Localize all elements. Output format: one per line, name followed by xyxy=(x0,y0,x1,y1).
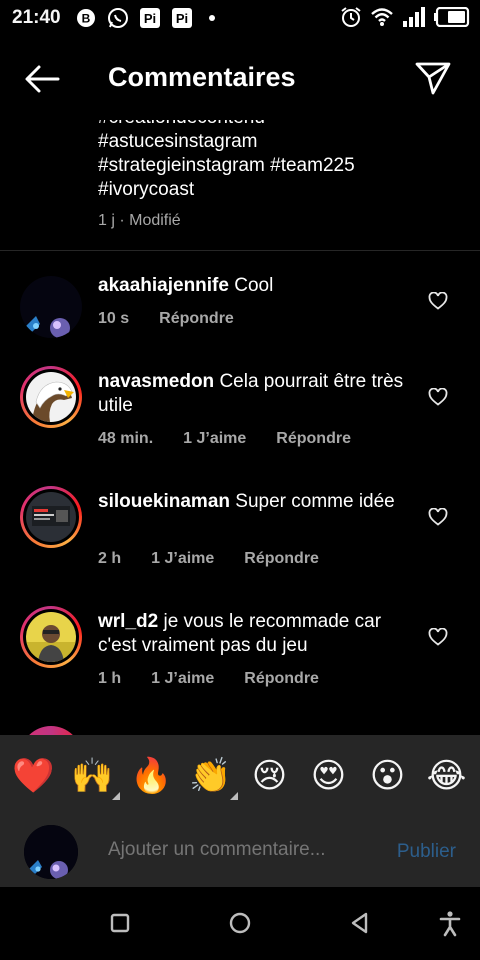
heart-icon xyxy=(428,627,448,646)
caption-line[interactable]: #astucesinstagram xyxy=(98,130,458,154)
square-icon xyxy=(110,913,130,933)
likes-count[interactable]: 1 J’aime xyxy=(151,670,214,688)
comment-username[interactable]: wrl_d2 xyxy=(98,611,158,632)
avatar[interactable] xyxy=(20,366,82,428)
pi-icon: Pi xyxy=(139,7,161,29)
recents-button[interactable] xyxy=(106,909,134,937)
heart-emoji-button[interactable]: ❤️ xyxy=(9,756,59,796)
post-caption: #creationdecontenu #astucesinstagram #st… xyxy=(98,106,458,202)
back-button[interactable] xyxy=(22,62,62,96)
comment-body: Cool xyxy=(234,275,274,296)
reply-button[interactable]: Répondre xyxy=(244,670,319,688)
status-bar: 21:40 B Pi Pi xyxy=(0,0,480,36)
comment-text: akaahiajennife Cool xyxy=(98,274,418,298)
comment-time: 1 h xyxy=(98,670,122,687)
comment-input[interactable] xyxy=(108,839,378,861)
avatar[interactable] xyxy=(20,276,82,338)
raising-hands-emoji-button[interactable]: 🙌 xyxy=(68,756,120,800)
battery-icon xyxy=(434,6,470,33)
heart-icon xyxy=(428,507,448,526)
heart-eyes-emoji-button[interactable]: 😍 xyxy=(304,756,354,796)
comment-text: navasmedon Cela pourrait être très utile xyxy=(98,370,418,418)
emoji-reaction-bar: ❤️ 🙌 🔥 👏 😢 😍 😮 😂 xyxy=(0,735,480,817)
comment-input-bar: Publier xyxy=(0,817,480,887)
avatar-image xyxy=(26,612,76,662)
b-icon: B xyxy=(75,7,97,29)
like-button[interactable] xyxy=(428,291,448,310)
comment-username[interactable]: silouekinaman xyxy=(98,491,230,512)
crying-emoji-button[interactable]: 😢 xyxy=(245,756,295,796)
surprised-emoji-button[interactable]: 😮 xyxy=(363,756,413,796)
eagle-avatar-image xyxy=(26,372,76,422)
svg-text:Pi: Pi xyxy=(143,11,155,26)
status-right-icons xyxy=(340,6,470,34)
arrow-left-icon xyxy=(25,65,60,93)
svg-text:B: B xyxy=(81,12,90,26)
signal-icon xyxy=(402,7,426,33)
back-nav-button[interactable] xyxy=(346,909,374,937)
likes-count[interactable]: 1 J’aime xyxy=(151,550,214,568)
comment-text: silouekinaman Super comme idée xyxy=(98,490,418,514)
system-nav-bar xyxy=(0,887,480,960)
avatar[interactable] xyxy=(20,606,82,668)
comment-username[interactable]: navasmedon xyxy=(98,371,214,392)
comment-text: wrl_d2 je vous le recommade car c'est vr… xyxy=(98,610,418,658)
caption-line[interactable]: #strategieinstagram #team225 xyxy=(98,154,458,178)
own-avatar xyxy=(24,825,78,879)
accessibility-button[interactable] xyxy=(436,909,464,937)
caption-meta: 1 j · Modifié xyxy=(98,212,181,229)
skin-tone-indicator xyxy=(229,792,238,800)
like-button[interactable] xyxy=(428,627,448,646)
comment-meta: 48 min. 1 J’aime Répondre xyxy=(98,430,351,448)
like-button[interactable] xyxy=(428,387,448,406)
header: Commentaires xyxy=(0,44,480,112)
accessibility-icon xyxy=(439,911,461,937)
likes-count[interactable]: 1 J’aime xyxy=(183,430,246,448)
whatsapp-icon xyxy=(107,7,129,29)
reply-button[interactable]: Répondre xyxy=(244,550,319,568)
comment-time: 10 s xyxy=(98,310,130,327)
circle-icon xyxy=(229,912,251,934)
page-title: Commentaires xyxy=(108,62,296,92)
heart-icon xyxy=(428,387,448,406)
avatar-image xyxy=(26,492,76,542)
skin-tone-indicator xyxy=(111,792,120,800)
dot-icon xyxy=(208,15,215,21)
reply-button[interactable]: Répondre xyxy=(159,310,234,328)
avatar-image xyxy=(20,276,82,338)
comment-body: Super comme idée xyxy=(235,491,395,512)
comment-time: 48 min. xyxy=(98,430,154,447)
clapping-emoji-button[interactable]: 👏 xyxy=(186,756,238,800)
caption-line[interactable]: #ivorycoast xyxy=(98,178,458,202)
comment-meta: 1 h 1 J’aime Répondre xyxy=(98,670,319,688)
svg-text:Pi: Pi xyxy=(175,11,187,26)
home-button[interactable] xyxy=(226,909,254,937)
fire-emoji-button[interactable]: 🔥 xyxy=(127,756,177,796)
like-button[interactable] xyxy=(428,507,448,526)
send-icon xyxy=(415,62,451,95)
avatar[interactable] xyxy=(20,486,82,548)
reply-button[interactable]: Répondre xyxy=(276,430,351,448)
comment-time: 2 h xyxy=(98,550,122,567)
status-time: 21:40 xyxy=(12,7,61,28)
wifi-icon xyxy=(370,7,394,33)
divider xyxy=(0,250,480,251)
alarm-icon xyxy=(340,6,362,34)
publish-button[interactable]: Publier xyxy=(397,841,456,863)
heart-icon xyxy=(428,291,448,310)
pi-icon: Pi xyxy=(171,7,193,29)
laughing-emoji-button[interactable]: 😂 xyxy=(422,756,472,796)
comment-meta: 10 s Répondre xyxy=(98,310,234,328)
caption-scroll-mask xyxy=(0,106,480,120)
comment-meta: 2 h 1 J’aime Répondre xyxy=(98,550,319,568)
comment-username[interactable]: akaahiajennife xyxy=(98,275,229,296)
triangle-back-icon xyxy=(351,912,368,934)
share-button[interactable] xyxy=(414,60,452,96)
